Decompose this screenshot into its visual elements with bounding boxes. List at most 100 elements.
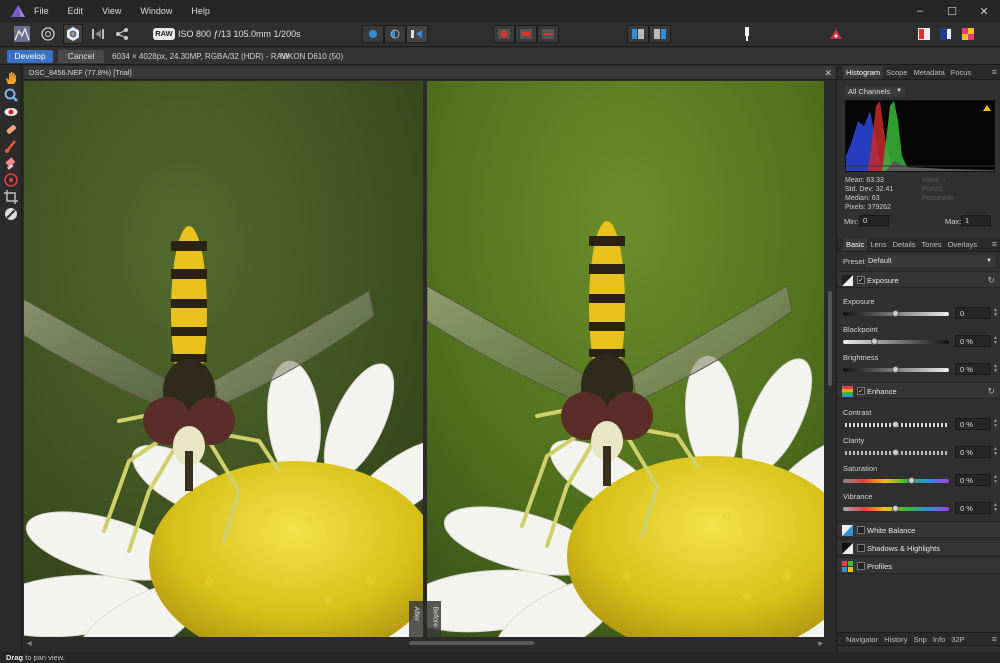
split-view-icon[interactable] bbox=[384, 25, 406, 43]
contrast-value[interactable]: 0 % bbox=[955, 418, 991, 430]
document-tab[interactable]: DSC_8456.NEF (77.8%) [Trial] ✕ bbox=[24, 66, 836, 80]
blackpoint-slider-thumb[interactable] bbox=[870, 338, 878, 345]
develop-persona-icon[interactable] bbox=[63, 24, 83, 44]
tab-basic[interactable]: Basic bbox=[843, 238, 868, 251]
overlay-gradient-tool-icon[interactable] bbox=[3, 172, 19, 188]
scroll-left-icon[interactable]: ◀ bbox=[27, 640, 32, 647]
liquify-persona-icon[interactable] bbox=[38, 24, 58, 44]
tab-tones[interactable]: Tones bbox=[919, 238, 945, 251]
blackpoint-spinner-icon[interactable]: ▲ ▼ bbox=[993, 336, 998, 346]
cancel-button[interactable]: Cancel bbox=[58, 50, 104, 63]
reset-icon[interactable]: ↻ bbox=[987, 272, 995, 289]
menu-edit[interactable]: Edit bbox=[68, 6, 84, 16]
clip-highlights-icon[interactable] bbox=[493, 25, 515, 43]
minimize-icon[interactable]: – bbox=[904, 0, 936, 22]
preset-select[interactable]: Default ▼ bbox=[865, 255, 995, 267]
brightness-slider-thumb[interactable] bbox=[892, 366, 899, 373]
panel-menu-icon[interactable]: ≡ bbox=[992, 238, 997, 250]
single-view-icon[interactable] bbox=[362, 25, 384, 43]
exposure-slider[interactable] bbox=[843, 310, 949, 317]
tab-overlays[interactable]: Overlays bbox=[945, 238, 981, 251]
view-panels-icon[interactable] bbox=[936, 24, 956, 44]
crop-tool-icon[interactable] bbox=[3, 189, 19, 205]
profiles-checkbox[interactable] bbox=[857, 562, 865, 570]
view-color-icon[interactable] bbox=[958, 24, 978, 44]
overlay-paint-tool-icon[interactable] bbox=[3, 138, 19, 154]
clip-shadows-icon[interactable] bbox=[515, 25, 537, 43]
clarity-slider[interactable] bbox=[843, 449, 949, 456]
mirror-view-icon[interactable] bbox=[406, 25, 428, 43]
tab-focus[interactable]: Focus bbox=[948, 66, 974, 79]
white-balance-tool-icon[interactable] bbox=[3, 206, 19, 222]
export-persona-icon[interactable] bbox=[112, 24, 132, 44]
tab-info[interactable]: Info bbox=[930, 633, 949, 645]
develop-button[interactable]: Develop bbox=[7, 50, 53, 63]
photo-canvas[interactable]: After Before bbox=[24, 81, 824, 637]
enhance-section-header[interactable]: ✓ Enhance ↻ bbox=[837, 382, 1000, 399]
close-window-icon[interactable]: ✕ bbox=[968, 0, 1000, 22]
blackpoint-slider[interactable] bbox=[843, 338, 949, 345]
shadows-highlights-checkbox[interactable] bbox=[857, 544, 865, 552]
assistant-icon[interactable] bbox=[826, 24, 846, 44]
contrast-slider[interactable] bbox=[843, 421, 949, 428]
enhance-checkbox[interactable]: ✓ bbox=[857, 387, 865, 395]
compare-left-icon[interactable] bbox=[627, 25, 649, 43]
panel-menu-icon[interactable]: ≡ bbox=[992, 66, 997, 78]
channel-select[interactable]: All Channels ▼ bbox=[845, 86, 905, 97]
clarity-value[interactable]: 0 % bbox=[955, 446, 991, 458]
blemish-removal-tool-icon[interactable] bbox=[3, 121, 19, 137]
vertical-scrollbar[interactable] bbox=[826, 81, 834, 637]
saturation-spinner-icon[interactable]: ▲ ▼ bbox=[993, 475, 998, 485]
exposure-checkbox[interactable]: ✓ bbox=[857, 276, 865, 284]
vibrance-value[interactable]: 0 % bbox=[955, 502, 991, 514]
tab-scope[interactable]: Scope bbox=[883, 66, 910, 79]
close-document-icon[interactable]: ✕ bbox=[824, 66, 832, 80]
brightness-value[interactable]: 0 % bbox=[955, 363, 991, 375]
tone-mapping-persona-icon[interactable] bbox=[88, 24, 108, 44]
contrast-slider-thumb[interactable] bbox=[892, 421, 899, 428]
vibrance-slider[interactable] bbox=[843, 505, 949, 512]
saturation-slider-thumb[interactable] bbox=[907, 477, 915, 484]
overlay-erase-tool-icon[interactable] bbox=[3, 155, 19, 171]
menu-help[interactable]: Help bbox=[191, 6, 210, 16]
clip-tones-icon[interactable] bbox=[537, 25, 559, 43]
compare-right-icon[interactable] bbox=[649, 25, 671, 43]
tab-navigator[interactable]: Navigator bbox=[843, 633, 881, 645]
scroll-right-icon[interactable]: ▶ bbox=[818, 640, 823, 647]
exposure-spinner-icon[interactable]: ▲ ▼ bbox=[993, 308, 998, 318]
zoom-tool-icon[interactable] bbox=[3, 87, 19, 103]
menu-file[interactable]: File bbox=[34, 6, 49, 16]
shadows-highlights-section-header[interactable]: Shadows & Highlights bbox=[837, 539, 1000, 556]
brightness-slider[interactable] bbox=[843, 366, 949, 373]
blackpoint-value[interactable]: 0 % bbox=[955, 335, 991, 347]
reset-icon[interactable]: ↻ bbox=[987, 383, 995, 400]
brightness-spinner-icon[interactable]: ▲ ▼ bbox=[993, 364, 998, 374]
view-tool-hand-icon[interactable] bbox=[3, 70, 19, 86]
saturation-value[interactable]: 0 % bbox=[955, 474, 991, 486]
clarity-spinner-icon[interactable]: ▲ ▼ bbox=[993, 447, 998, 457]
max-field[interactable]: 1 bbox=[961, 215, 991, 226]
tab-snapshots[interactable]: Snp bbox=[910, 633, 929, 645]
vibrance-slider-thumb[interactable] bbox=[892, 505, 899, 512]
photo-persona-icon[interactable] bbox=[12, 24, 32, 44]
min-field[interactable]: 0 bbox=[859, 215, 889, 226]
vibrance-spinner-icon[interactable]: ▲ ▼ bbox=[993, 503, 998, 513]
profiles-section-header[interactable]: Profiles bbox=[837, 557, 1000, 574]
exposure-slider-thumb[interactable] bbox=[892, 310, 899, 317]
horizontal-scrollbar[interactable]: ◀ ▶ bbox=[24, 638, 826, 648]
tab-details[interactable]: Details bbox=[890, 238, 919, 251]
menu-view[interactable]: View bbox=[102, 6, 121, 16]
tab-metadata[interactable]: Metadata bbox=[910, 66, 947, 79]
panel-menu-icon[interactable]: ≡ bbox=[992, 633, 997, 645]
saturation-slider[interactable] bbox=[843, 477, 949, 484]
red-eye-tool-icon[interactable] bbox=[3, 104, 19, 120]
tab-32p[interactable]: 32P bbox=[948, 633, 967, 645]
menu-window[interactable]: Window bbox=[140, 6, 172, 16]
tab-history[interactable]: History bbox=[881, 633, 910, 645]
horizontal-scroll-thumb[interactable] bbox=[409, 641, 534, 645]
tab-histogram[interactable]: Histogram bbox=[843, 66, 884, 79]
white-balance-checkbox[interactable] bbox=[857, 526, 865, 534]
white-balance-section-header[interactable]: White Balance bbox=[837, 521, 1000, 538]
exposure-value[interactable]: 0 bbox=[955, 307, 991, 319]
clarity-slider-thumb[interactable] bbox=[892, 449, 899, 456]
